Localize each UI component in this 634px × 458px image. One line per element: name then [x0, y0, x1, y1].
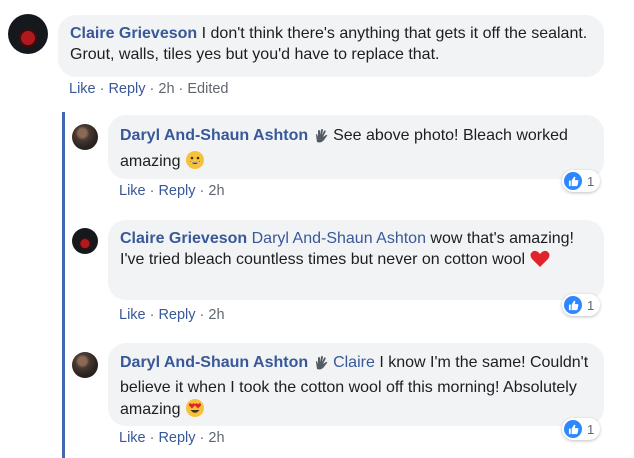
like-link[interactable]: Like [119, 307, 146, 323]
comment-author[interactable]: Claire Grieveson [70, 25, 197, 42]
reply-bubble: Daryl And-Shaun Ashton Claire I know I'm… [108, 343, 604, 426]
reaction-summary[interactable]: 1 [562, 418, 601, 440]
like-reaction-icon [564, 296, 582, 314]
like-reaction-icon [564, 420, 582, 438]
mention-link[interactable]: Claire [333, 354, 375, 371]
reply-bubble: Daryl And-Shaun Ashton See above photo! … [108, 115, 604, 179]
reaction-count: 1 [587, 421, 595, 437]
comment-actions: Like · Reply · 2h · Edited [69, 81, 229, 97]
timestamp[interactable]: 2h [208, 183, 224, 199]
reaction-count: 1 [587, 173, 595, 189]
wave-hand-icon [313, 128, 329, 150]
like-link[interactable]: Like [119, 183, 146, 199]
thread-indicator-line [62, 112, 65, 458]
reply-author[interactable]: Claire Grieveson [120, 230, 247, 247]
avatar[interactable] [72, 124, 98, 150]
timestamp[interactable]: 2h [208, 307, 224, 323]
reply-link[interactable]: Reply [108, 81, 145, 97]
reply-actions: Like · Reply · 2h [119, 183, 225, 199]
avatar[interactable] [72, 352, 98, 378]
like-link[interactable]: Like [119, 430, 146, 446]
reply-link[interactable]: Reply [158, 307, 195, 323]
wave-hand-icon [313, 355, 329, 377]
reply-actions: Like · Reply · 2h [119, 307, 225, 323]
grinning-face-emoji [185, 150, 205, 176]
like-reaction-icon [564, 172, 582, 190]
like-link[interactable]: Like [69, 81, 96, 97]
reaction-count: 1 [587, 297, 595, 313]
reply-actions: Like · Reply · 2h [119, 430, 225, 446]
comment-bubble: Claire Grieveson I don't think there's a… [58, 15, 604, 77]
timestamp[interactable]: 2h [158, 81, 174, 97]
reply-link[interactable]: Reply [158, 430, 195, 446]
reply-author[interactable]: Daryl And-Shaun Ashton [120, 127, 308, 144]
heart-eyes-emoji [185, 398, 205, 424]
avatar[interactable] [8, 14, 48, 54]
edited-label[interactable]: Edited [187, 81, 228, 97]
reply-link[interactable]: Reply [158, 183, 195, 199]
avatar[interactable] [72, 228, 98, 254]
reaction-summary[interactable]: 1 [562, 294, 601, 316]
mention-link[interactable]: Daryl And-Shaun Ashton [252, 230, 426, 247]
red-heart-emoji [530, 250, 550, 274]
reaction-summary[interactable]: 1 [562, 170, 601, 192]
reply-bubble: Claire Grieveson Daryl And-Shaun Ashton … [108, 220, 604, 300]
reply-author[interactable]: Daryl And-Shaun Ashton [120, 354, 308, 371]
timestamp[interactable]: 2h [208, 430, 224, 446]
